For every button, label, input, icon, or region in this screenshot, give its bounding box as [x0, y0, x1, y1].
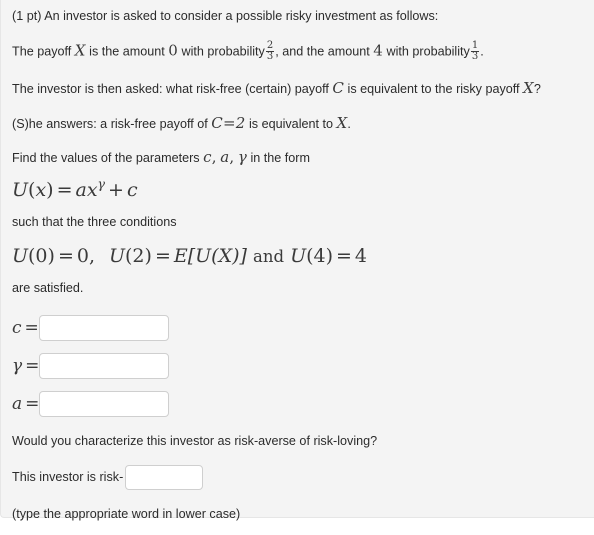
answer-label-a: a =	[12, 394, 39, 414]
payoff-mid1: is the amount	[89, 44, 165, 59]
answer-label-gamma-equals: =	[25, 356, 40, 377]
cond2-equals: =	[154, 244, 171, 267]
answer-row-c: c =	[12, 315, 580, 342]
characterization-prompt: This investor is risk-	[12, 469, 124, 484]
answer-before: (S)he answers: a risk-free payoff of	[12, 116, 208, 131]
problem-intro: (1 pt) An investor is asked to consider …	[12, 9, 580, 25]
answer-label-gamma: γ =	[12, 356, 39, 376]
answer-row-a: a =	[12, 391, 580, 418]
answer-label-a-var: a	[12, 394, 23, 415]
payoff-line: The payoff X is the amount 0 with probab…	[12, 39, 580, 63]
cond1-equals: =	[57, 244, 74, 267]
fraction-one-third: 13	[470, 39, 480, 63]
conditions-and: and	[252, 246, 285, 266]
math-amount-four: 4	[373, 41, 383, 60]
answer-input-gamma[interactable]	[39, 353, 170, 380]
cond2-expectation-e: E	[173, 244, 188, 267]
formula-base-x: x	[86, 179, 98, 202]
math-var-c: C	[332, 78, 345, 97]
cond2-fn: U	[109, 244, 126, 267]
find-before: Find the values of the parameters	[12, 151, 200, 166]
cond2-expectation-body: [U(X)]	[187, 244, 247, 267]
answer-label-a-equals: =	[25, 394, 40, 415]
math-var-x: X	[523, 78, 534, 97]
fraction-numerator: 2	[266, 39, 274, 51]
answer-row-gamma: γ =	[12, 353, 580, 380]
math-var-x: X	[336, 113, 348, 132]
intro-text: An investor is asked to consider a possi…	[44, 9, 439, 23]
find-parameters-line: Find the values of the parameters c, a, …	[12, 148, 580, 167]
formula-exponent-gamma: γ	[97, 176, 106, 192]
cond3-equals: =	[336, 244, 352, 267]
cond1-value: 0,	[76, 244, 95, 267]
payoff-mid3: , and the amount	[275, 44, 370, 59]
payoff-before: The payoff	[12, 44, 72, 59]
cond1-fn: U	[12, 244, 29, 267]
characterization-answer-row: This investor is risk-	[12, 465, 580, 491]
are-satisfied-line: are satisfied.	[12, 280, 84, 295]
answer-label-c-var: c	[12, 318, 22, 339]
formula-constant-c: c	[126, 179, 138, 202]
characterization-input[interactable]	[125, 465, 204, 491]
answer-label-c: c =	[12, 318, 39, 338]
formula-paren-close: )	[46, 179, 54, 202]
math-param-c: c	[203, 148, 212, 167]
characterization-question: Would you characterize this investor as …	[12, 434, 378, 449]
cond1-arg: (0)	[28, 244, 55, 267]
math-amount-zero: 0	[168, 41, 179, 60]
answer-end: .	[347, 116, 351, 131]
payoff-mid2: with probability	[181, 44, 265, 59]
cond3-fn: U	[290, 244, 307, 267]
answer-label-gamma-var: γ	[12, 356, 23, 377]
conditions-formula: U(0) = 0, U(2) = E[U(X)] and U(4) = 4	[12, 244, 580, 267]
fraction-two-thirds: 23	[265, 39, 275, 63]
such-that-line: such that the three conditions	[12, 215, 177, 230]
answer-label-c-equals: =	[24, 318, 39, 339]
characterization-hint: (type the appropriate word in lower case…	[12, 507, 241, 522]
formula-var-x: x	[35, 179, 47, 202]
math-equals: =	[222, 113, 236, 132]
asked-end: ?	[533, 81, 541, 96]
fraction-numerator: 1	[471, 39, 479, 51]
asked-mid: is equivalent to the risky payoff	[347, 81, 520, 96]
payoff-mid4: with probability	[386, 44, 470, 59]
math-var-c: C	[211, 113, 223, 132]
asked-line: The investor is then asked: what risk-fr…	[12, 79, 580, 98]
payoff-end: .	[480, 44, 484, 59]
math-param-gamma: γ	[237, 148, 247, 167]
fraction-denominator: 3	[265, 51, 275, 63]
utility-formula: U(x) = axγ + c	[12, 176, 580, 202]
fraction-denominator: 3	[470, 51, 480, 63]
formula-equals: =	[56, 179, 73, 202]
find-after: in the form	[250, 151, 310, 166]
formula-plus: +	[108, 179, 124, 202]
cond3-value: 4	[354, 244, 368, 267]
formula-coef-a: a	[75, 179, 87, 202]
math-param-a: a	[220, 148, 230, 167]
formula-fn-u: U	[12, 179, 29, 202]
math-var-x: X	[74, 41, 86, 60]
answer-input-c[interactable]	[38, 315, 169, 342]
answer-input-a[interactable]	[39, 391, 170, 418]
asked-before: The investor is then asked: what risk-fr…	[12, 81, 329, 96]
math-value-two: 2	[235, 113, 246, 132]
points-label: (1 pt)	[12, 9, 42, 23]
math-comma: ,	[211, 148, 217, 167]
answer-line: (S)he answers: a risk-free payoff of C=2…	[12, 114, 580, 133]
cond3-arg: (4)	[306, 244, 333, 267]
answer-mid: is equivalent to	[248, 116, 333, 131]
cond2-arg: (2)	[125, 244, 152, 267]
problem-panel: (1 pt) An investor is asked to consider …	[0, 0, 594, 521]
math-comma: ,	[229, 148, 235, 167]
